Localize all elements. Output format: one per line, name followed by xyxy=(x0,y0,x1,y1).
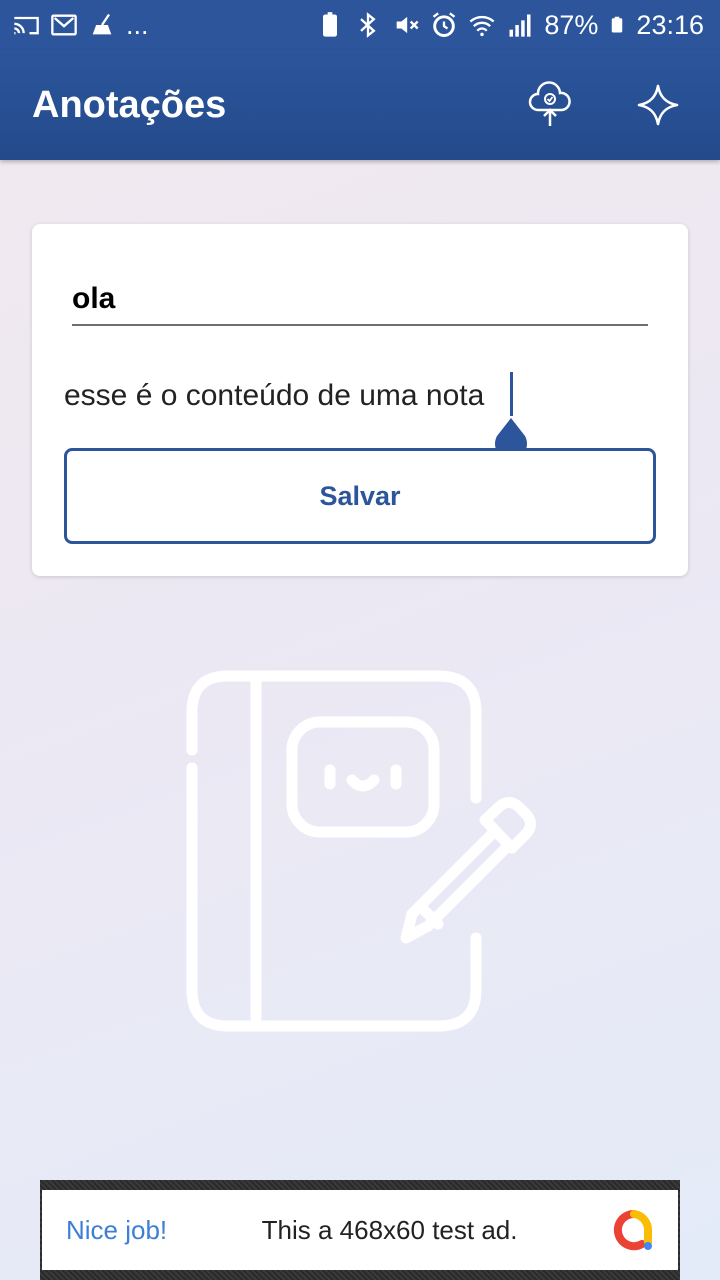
note-content-input[interactable] xyxy=(64,368,664,424)
wifi-icon xyxy=(469,15,495,37)
bluetooth-icon xyxy=(360,12,377,38)
cloud-upload-icon xyxy=(528,81,571,126)
ad-text: This a 468x60 test ad. xyxy=(261,1214,518,1245)
notebook-pencil-icon xyxy=(186,670,536,1032)
ad-headline: Nice job! xyxy=(66,1214,168,1245)
ad-content: Nice job! This a 468x60 test ad. xyxy=(42,1190,678,1270)
cloud-sync-button[interactable] xyxy=(522,77,578,133)
gmail-icon xyxy=(51,14,77,36)
mute-icon xyxy=(397,16,419,34)
admob-logo-icon xyxy=(613,1209,652,1251)
clock: 23:16 xyxy=(636,9,704,40)
ad-banner[interactable]: Nice job! This a 468x60 test ad. xyxy=(40,1180,680,1280)
app-bar-actions xyxy=(522,77,686,133)
status-overflow: ... xyxy=(126,9,149,40)
sparkle-button[interactable] xyxy=(630,77,686,133)
alarm-icon xyxy=(433,12,456,37)
text-cursor xyxy=(510,372,513,416)
note-card: Salvar xyxy=(32,224,688,576)
status-bar: ... 87% 23:16 xyxy=(0,0,720,50)
page-title: Anotações xyxy=(32,83,227,126)
battery-percent: 87% xyxy=(544,9,599,40)
save-button[interactable]: Salvar xyxy=(64,448,656,544)
cast-icon xyxy=(14,16,39,35)
signal-icon xyxy=(509,14,531,37)
status-left: ... xyxy=(12,10,149,41)
battery-icon xyxy=(612,16,623,33)
battery-saver-icon xyxy=(323,12,338,37)
app-bar: Anotações xyxy=(0,50,720,160)
note-title-input[interactable] xyxy=(72,274,648,326)
status-right: 87% 23:16 xyxy=(316,10,704,41)
sparkle-icon xyxy=(637,84,679,126)
cleaner-icon xyxy=(92,13,112,35)
